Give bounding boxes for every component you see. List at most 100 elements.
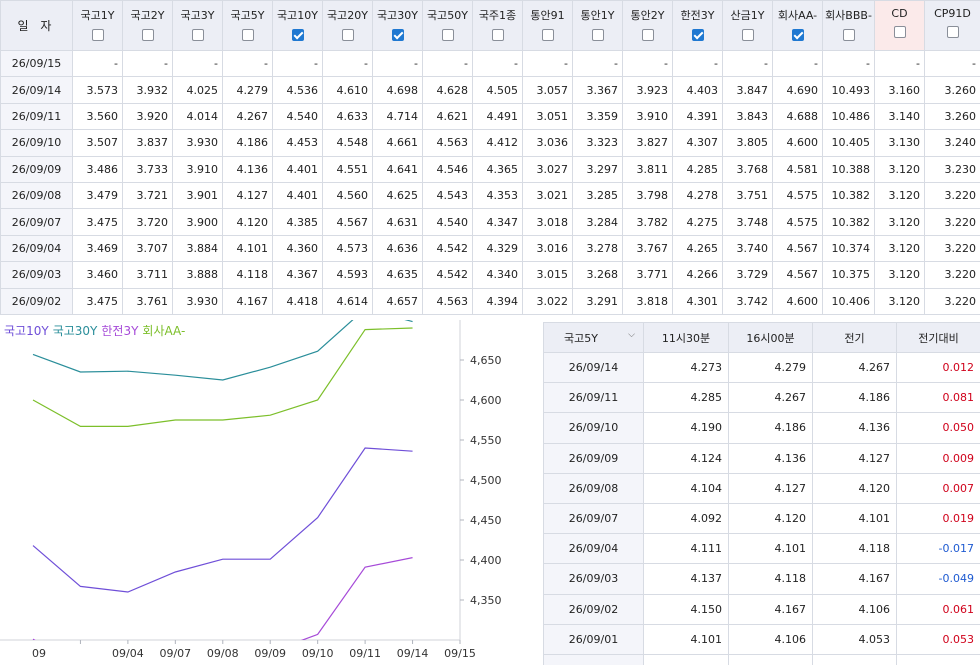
rate-cell: 3.932 [122,76,173,104]
rate-cell: 3.837 [122,129,173,157]
table-row[interactable]: 26/09/11 3.560 3.920 4.014 4.267 4.540 4.633 4.… [0,102,980,131]
table-row[interactable]: 26/09/03 4.137 4.118 4.167 -0.049 [543,563,980,595]
series-checkbox[interactable] [691,29,704,41]
series-checkbox[interactable] [946,26,959,38]
rate-cell: 3.748 [722,208,773,236]
series-checkbox[interactable] [441,29,454,41]
series-checkbox[interactable] [541,29,554,41]
rate-cell: - [772,49,823,78]
rate-cell: 4.563 [422,287,473,315]
rate-cell: - [372,49,423,78]
series-checkbox[interactable] [641,29,654,41]
rate-cell: 4.542 [422,234,473,263]
rate-cell: - [622,49,673,78]
rate-cell: 4.025 [172,76,223,104]
rate-cell: 3.782 [622,208,673,236]
rate-cell: 10.405 [822,129,875,157]
row-date: 26/09/10 [543,412,644,444]
rate-cell: 3.930 [172,287,223,315]
series-checkbox[interactable] [491,29,504,41]
rate-cell: 4.536 [272,76,323,104]
rate-cell: 4.505 [472,76,523,104]
series-checkbox[interactable] [291,29,304,41]
table-row[interactable]: 26/08/314.0674.0534.0210.032 [543,653,980,665]
rate-cell: 3.285 [572,181,623,210]
rate-cell: 3.733 [122,155,173,183]
rate-cell: 3.740 [722,234,773,263]
rate-cell: 4.401 [272,181,323,210]
rate-cell: - [924,49,980,78]
rate-cell: 3.220 [924,261,980,289]
table-row[interactable]: 26/09/09 3.486 3.733 3.910 4.136 4.401 4.551 4.… [0,155,980,183]
row-date: 26/09/04 [543,533,644,565]
rate-cell: 3.291 [572,287,623,315]
x-tick-label: 09/11 [349,647,381,660]
value-1130: 4.190 [643,412,729,444]
value-prev: 4.127 [812,442,897,474]
rate-cell: 4.265 [672,234,723,263]
value-1130: 4.092 [643,502,729,535]
rate-cell: - [672,49,723,78]
series-checkbox[interactable] [241,29,254,41]
table-row[interactable]: 26/09/15- - - - - - - - - - - - - - - - - - [0,49,980,78]
table-row[interactable]: 26/09/10 3.507 3.837 3.930 4.186 4.453 4.548 4.… [0,129,980,157]
table-row[interactable]: 26/09/07 3.475 3.720 3.900 4.120 4.385 4.567 4.… [0,208,980,236]
table-row[interactable]: 26/09/04 4.111 4.101 4.118 -0.017 [543,533,980,565]
table-row[interactable]: 26/09/11 4.285 4.267 4.186 0.081 [543,382,980,414]
table-row[interactable]: 26/09/09 4.124 4.136 4.127 0.009 [543,442,980,474]
value-diff: 0.032 [896,653,980,665]
rate-cell: 4.329 [472,234,523,263]
table-row[interactable]: 26/09/10 4.190 4.186 4.136 0.050 [543,412,980,444]
series-checkbox[interactable] [842,29,855,41]
rate-cell: 4.581 [772,155,823,183]
series-checkbox[interactable] [141,29,154,41]
rate-cell: 4.120 [222,208,273,236]
series-selector[interactable]: 국고5Y ⌵ [543,322,644,353]
rate-cell: 3.475 [72,208,123,236]
rate-cell: 4.101 [222,234,273,263]
series-checkbox[interactable] [741,29,754,41]
table-row[interactable]: 26/09/14 4.273 4.279 4.267 0.012 [543,351,980,384]
rate-cell: 4.567 [322,208,373,236]
table-row[interactable]: 26/09/07 4.092 4.120 4.101 0.019 [543,502,980,535]
rate-cell: 4.714 [372,102,423,131]
rate-cell: 4.600 [772,287,823,315]
col-header-label: 국고20Y [327,9,368,22]
table-row[interactable]: 26/09/02 3.475 3.761 3.930 4.167 4.418 4.614 4.… [0,287,980,315]
col-header-5: 국고20Y [322,0,373,51]
rate-cell: 3.120 [874,261,925,289]
date-column-header: 일 자 [0,0,73,51]
table-row[interactable]: 26/09/14 3.573 3.932 4.025 4.279 4.536 4.610 4.… [0,76,980,104]
col-header-1: 국고2Y [122,0,173,51]
rate-cell: 3.930 [172,129,223,157]
rate-cell: 4.573 [322,234,373,263]
series-checkbox[interactable] [91,29,104,41]
rate-cell: 3.220 [924,208,980,236]
value-1130: 4.124 [643,442,729,474]
rate-cell: 4.575 [772,181,823,210]
series-checkbox[interactable] [391,29,404,41]
rate-cell: 4.367 [272,261,323,289]
series-checkbox[interactable] [341,29,354,41]
series-checkbox[interactable] [191,29,204,41]
rate-cell: - [722,49,773,78]
table-row[interactable]: 26/09/01 4.101 4.106 4.053 0.053 [543,623,980,655]
rate-cell: - [322,49,373,78]
value-1600: 4.279 [728,351,813,384]
table-row[interactable]: 26/09/08 4.104 4.127 4.120 0.007 [543,472,980,504]
table-row[interactable]: 26/09/02 4.150 4.167 4.106 0.061 [543,593,980,625]
series-checkbox[interactable] [591,29,604,41]
table-row[interactable]: 26/09/03 3.460 3.711 3.888 4.118 4.367 4.593 4.… [0,261,980,289]
series-checkbox[interactable] [893,26,906,38]
row-date: 26/09/15 [0,49,73,78]
series-checkbox[interactable] [791,29,804,41]
rate-cell: 3.720 [122,208,173,236]
table-row[interactable]: 26/09/04 3.469 3.707 3.884 4.101 4.360 4.573 4.… [0,234,980,263]
col-header-label: 국고1Y [80,9,115,22]
rate-cell: 4.186 [222,129,273,157]
rate-cell: 4.546 [422,155,473,183]
col-header-2: 국고3Y [172,0,223,51]
table-row[interactable]: 26/09/08 3.479 3.721 3.901 4.127 4.401 4.560 4.… [0,181,980,210]
rate-cell: 4.136 [222,155,273,183]
rate-cell: 4.628 [422,76,473,104]
